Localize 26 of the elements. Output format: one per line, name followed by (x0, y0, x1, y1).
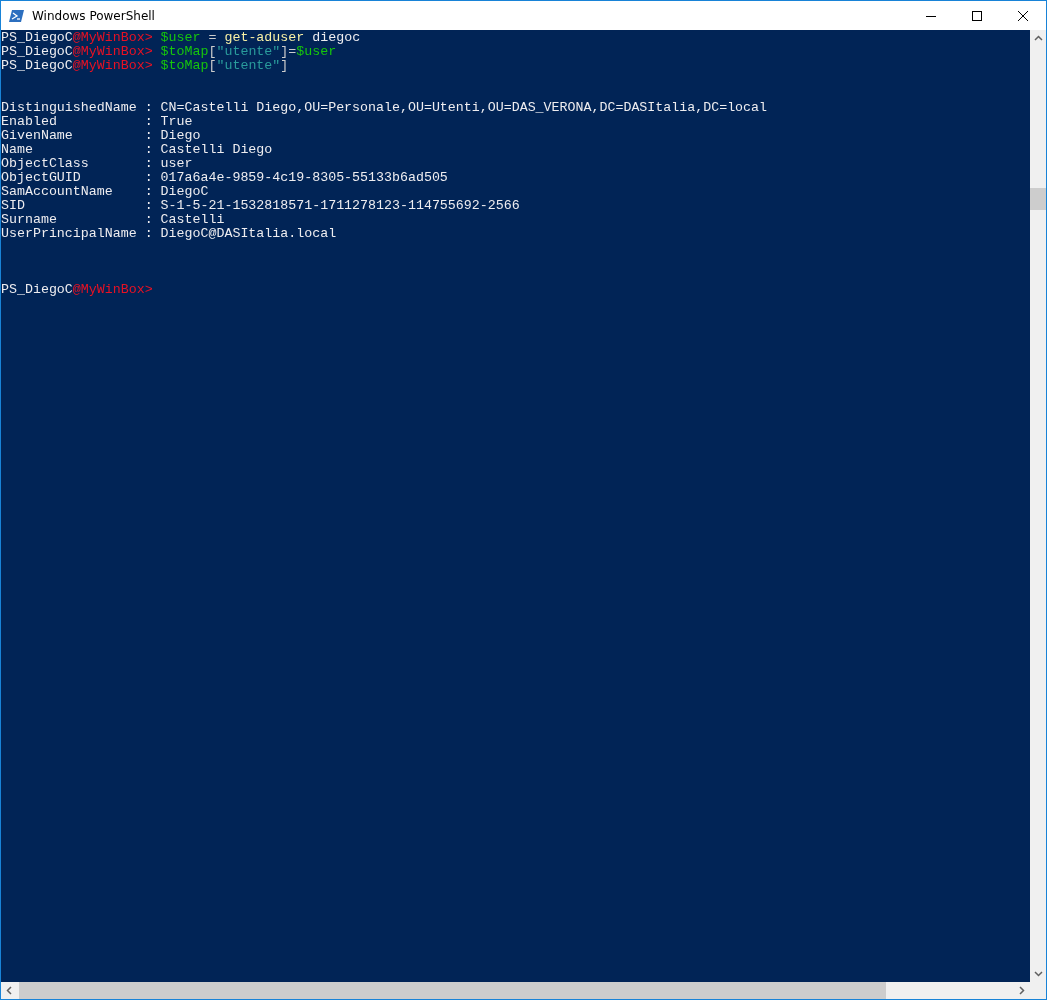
output-line: GivenName : Diego (1, 129, 202, 143)
vertical-scrollbar[interactable] (1030, 30, 1046, 982)
horizontal-scrollbar[interactable] (1, 982, 1046, 999)
output-line: Surname : Castelli (1, 213, 226, 227)
output-line: ObjectGUID : 017a6a4e-9859-4c19-8305-55133b6ad505 (1, 171, 449, 185)
scroll-thumb[interactable] (1030, 188, 1046, 210)
maximize-icon (972, 10, 982, 21)
output-line: SID : S-1-5-21-1532818571-1711278123-114755692-2566 (1, 199, 521, 213)
output-line: UserPrincipalName : DiegoC@DASItalia.local (1, 227, 338, 241)
prompt-line: PS_DiegoC@MyWinBox> (1, 283, 154, 297)
scroll-down-icon[interactable] (1033, 971, 1043, 977)
scroll-left-icon[interactable] (6, 986, 12, 995)
output-line: SamAccountName : DiegoC (1, 185, 210, 199)
scroll-right-icon[interactable] (1019, 986, 1025, 995)
command-line: PS_DiegoC@MyWinBox> $toMap["utente"]=$user (1, 45, 338, 59)
output-line: Name : Castelli Diego (1, 143, 274, 157)
scroll-up-icon[interactable] (1033, 35, 1043, 41)
scroll-thumb[interactable] (19, 982, 886, 999)
close-icon (1018, 10, 1028, 21)
output-line: Enabled : True (1, 115, 194, 129)
output-line: DistinguishedName : CN=Castelli Diego,OU=Personale,OU=Utenti,OU=DAS_VERONA,DC=DASItalia,DC=local (1, 101, 769, 115)
command-line: PS_DiegoC@MyWinBox> $user = get-aduser diegoc (1, 31, 362, 45)
window-title: Windows PowerShell (32, 8, 155, 23)
powershell-icon (9, 7, 25, 24)
command-line: PS_DiegoC@MyWinBox> $toMap["utente"] (1, 59, 290, 73)
output-line: ObjectClass : user (1, 157, 194, 171)
